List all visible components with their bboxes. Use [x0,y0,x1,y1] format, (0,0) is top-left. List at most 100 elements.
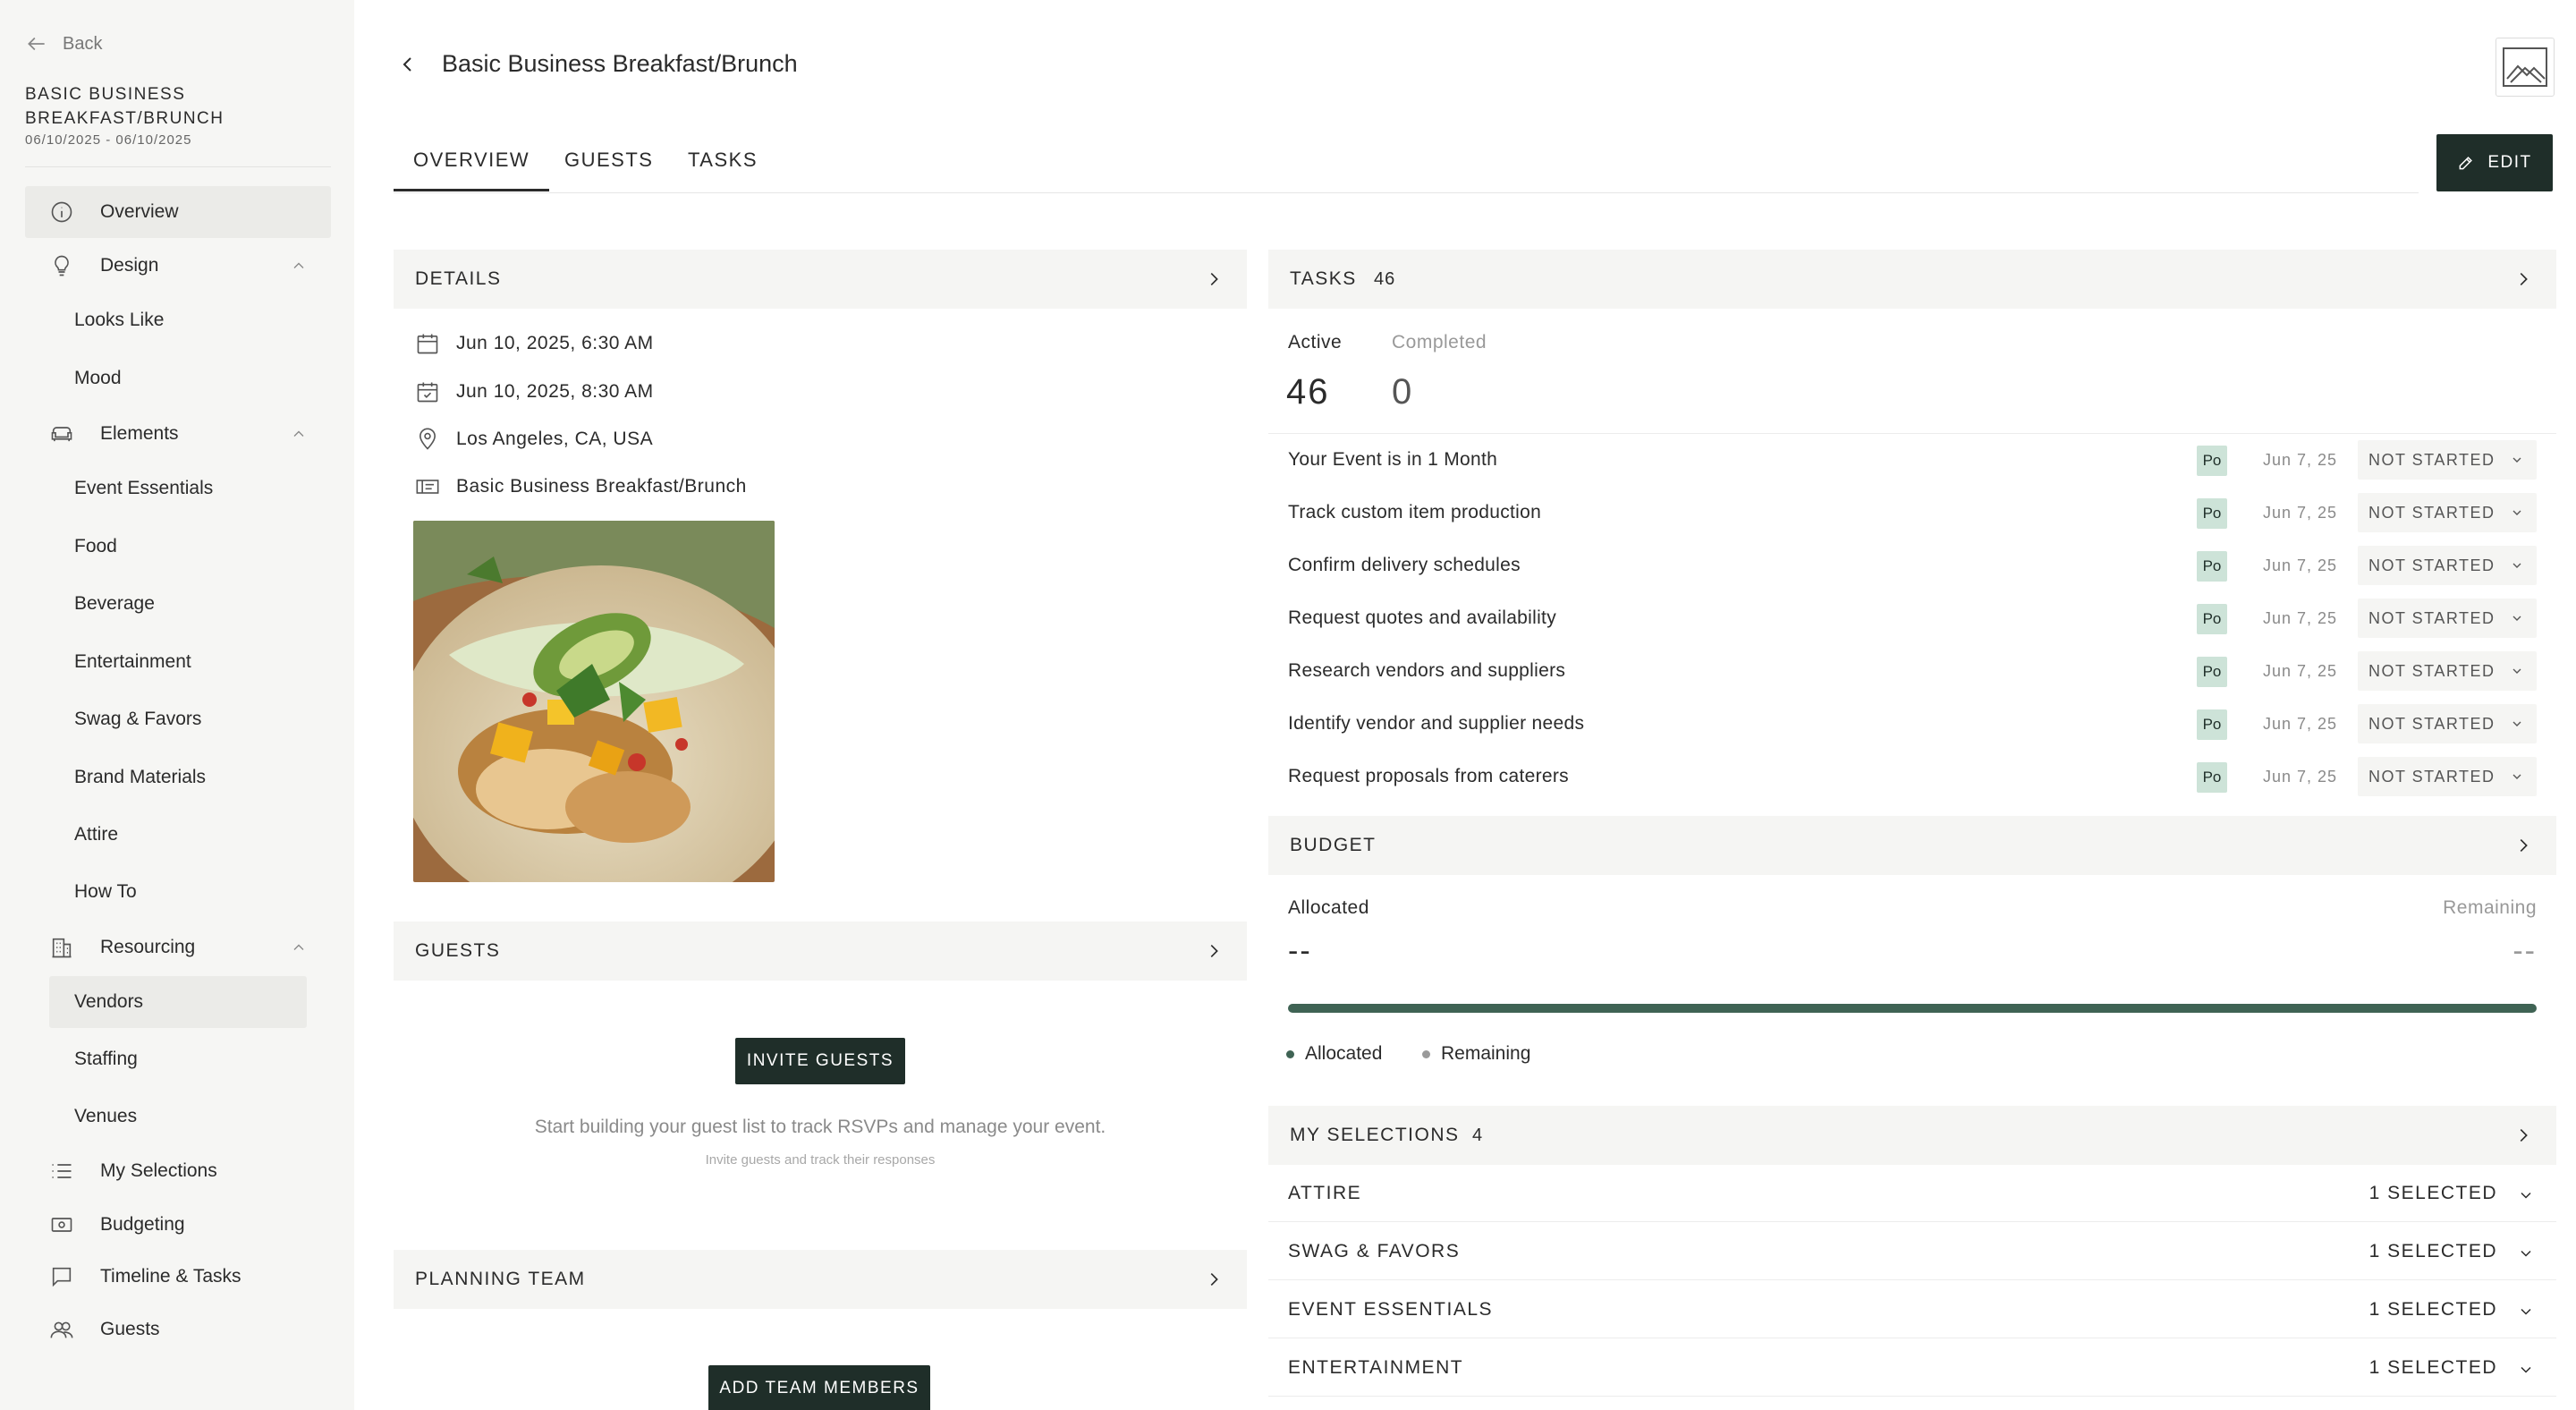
selections-header[interactable]: MY SELECTIONS 4 [1268,1106,2556,1165]
chevron-right-icon[interactable] [1204,269,1224,289]
calendar-icon [417,334,438,354]
assignee-avatar[interactable]: Po [2197,657,2227,687]
tasks-header[interactable]: TASKS 46 [1268,250,2556,309]
selection-row[interactable]: SWAG & FAVORS 1 SELECTED [1268,1223,2556,1280]
task-status-select[interactable]: NOT STARTED [2358,704,2537,743]
sidebar-item-label: Looks Like [74,310,165,330]
planning-team-title: PLANNING TEAM [415,1269,586,1289]
tasks-completed-tab[interactable]: Completed [1392,332,1487,353]
task-status-select[interactable]: NOT STARTED [2358,440,2537,480]
sidebar-item-design[interactable]: Design [25,240,331,292]
sidebar-item-timeline-tasks[interactable]: Timeline & Tasks [25,1251,331,1303]
selection-row[interactable]: ENTERTAINMENT 1 SELECTED [1268,1339,2556,1397]
selection-row[interactable]: ATTIRE 1 SELECTED [1268,1165,2556,1222]
task-row[interactable]: Identify vendor and supplier needs Po Jun … [1268,699,2538,751]
sidebar-item-budgeting[interactable]: Budgeting [25,1199,331,1251]
tasks-active-tab[interactable]: Active [1288,332,1342,353]
building-icon [48,934,75,961]
details-header[interactable]: DETAILS [394,250,1247,309]
back-link[interactable]: Back [25,32,102,55]
sidebar-item-looks-like[interactable]: Looks Like [49,294,307,346]
chevron-up-icon[interactable] [290,939,308,956]
sidebar-item-swag-favors[interactable]: Swag & Favors [49,693,307,745]
task-row[interactable]: Request proposals from caterers Po Jun 7, … [1268,752,2538,803]
assignee-avatar[interactable]: Po [2197,709,2227,740]
task-row[interactable]: Your Event is in 1 Month Po Jun 7, 25 NOT S… [1268,435,2538,487]
task-status-select[interactable]: NOT STARTED [2358,546,2537,585]
selection-category: SWAG & FAVORS [1288,1241,1461,1261]
sidebar-item-label: Timeline & Tasks [100,1266,242,1287]
task-row[interactable]: Track custom item production Po Jun 7, 25 N… [1268,488,2538,539]
sidebar-item-event-essentials[interactable]: Event Essentials [49,463,307,514]
tab-guests[interactable]: GUESTS [564,149,653,172]
event-thumbnail[interactable] [2496,38,2555,97]
sidebar-item-staffing[interactable]: Staffing [49,1033,307,1085]
task-status-select[interactable]: NOT STARTED [2358,651,2537,691]
chevron-down-icon[interactable] [2517,1361,2535,1379]
chevron-right-icon[interactable] [1204,941,1224,961]
ticket-icon [416,480,439,494]
sidebar-item-mood[interactable]: Mood [49,352,307,404]
sidebar-item-attire[interactable]: Attire [49,809,307,861]
guests-empty-subtext: Invite guests and track their responses [705,1152,936,1168]
selection-count: 1 SELECTED [2368,1299,2497,1320]
sidebar-item-guests[interactable]: Guests [25,1304,331,1355]
detail-start-text: Jun 10, 2025, 6:30 AM [456,333,654,353]
sidebar-item-brand-materials[interactable]: Brand Materials [49,752,307,803]
sidebar-item-my-selections[interactable]: My Selections [25,1145,331,1197]
arrow-left-icon [28,37,45,51]
planning-team-header[interactable]: PLANNING TEAM [394,1250,1247,1309]
chevron-right-icon[interactable] [2513,1125,2533,1145]
assignee-avatar[interactable]: Po [2197,604,2227,634]
sidebar-item-elements[interactable]: Elements [25,408,331,460]
task-status-label: NOT STARTED [2368,556,2496,574]
assignee-avatar[interactable]: Po [2197,498,2227,529]
edit-button[interactable]: EDIT [2436,134,2553,191]
chevron-right-icon[interactable] [2513,836,2533,855]
budget-header[interactable]: BUDGET [1268,816,2556,875]
chevron-right-icon[interactable] [2513,269,2533,289]
detail-location: Los Angeles, CA, USA [415,427,653,452]
assignee-avatar[interactable]: Po [2197,551,2227,582]
chevron-up-icon[interactable] [290,425,308,443]
sidebar-item-overview[interactable]: Overview [25,186,331,238]
task-row[interactable]: Confirm delivery schedules Po Jun 7, 25 NOT… [1268,540,2538,592]
sidebar-item-label: Overview [100,201,179,222]
sidebar-divider [25,166,331,167]
task-status-select[interactable]: NOT STARTED [2358,599,2537,638]
sidebar-item-food[interactable]: Food [49,521,307,573]
assignee-avatar[interactable]: Po [2197,446,2227,476]
task-status-select[interactable]: NOT STARTED [2358,757,2537,796]
chevron-down-icon[interactable] [2517,1303,2535,1321]
sidebar-item-label: Staffing [74,1049,138,1069]
assignee-avatar[interactable]: Po [2197,762,2227,793]
tab-overview[interactable]: OVERVIEW [393,149,550,191]
chevron-up-icon[interactable] [290,257,308,275]
sidebar-item-label: Guests [100,1319,160,1339]
sidebar-item-entertainment[interactable]: Entertainment [49,636,307,688]
task-row[interactable]: Research vendors and suppliers Po Jun 7, 2… [1268,646,2538,698]
sidebar-item-vendors[interactable]: Vendors [49,976,307,1028]
task-due-date: Jun 7, 25 [2263,715,2338,733]
sidebar-item-how-to[interactable]: How To [49,866,307,918]
sidebar-item-label: Elements [100,423,179,444]
event-name: BASIC BUSINESS BREAKFAST/BRUNCH [25,85,225,128]
sidebar-item-resourcing[interactable]: Resourcing [25,922,331,973]
task-row[interactable]: Request quotes and availability Po Jun 7, … [1268,593,2538,645]
invite-guests-button[interactable]: INVITE GUESTS [735,1038,905,1084]
chevron-left-icon[interactable] [397,54,419,75]
selection-row[interactable]: EVENT ESSENTIALS 1 SELECTED [1268,1281,2556,1338]
task-status-select[interactable]: NOT STARTED [2358,493,2537,532]
sidebar-item-beverage[interactable]: Beverage [49,578,307,630]
chevron-right-icon[interactable] [1204,1270,1224,1289]
task-status-label: NOT STARTED [2368,661,2496,680]
sidebar-item-venues[interactable]: Venues [49,1091,307,1142]
add-team-members-button[interactable]: ADD TEAM MEMBERS [708,1365,930,1410]
chevron-down-icon[interactable] [2517,1244,2535,1262]
sidebar-item-label: Food [74,536,117,556]
list-icon [48,1158,75,1185]
guests-header[interactable]: GUESTS [394,922,1247,981]
tab-tasks[interactable]: TASKS [688,149,758,172]
chevron-down-icon[interactable] [2517,1186,2535,1204]
sidebar-item-label: Budgeting [100,1214,185,1235]
